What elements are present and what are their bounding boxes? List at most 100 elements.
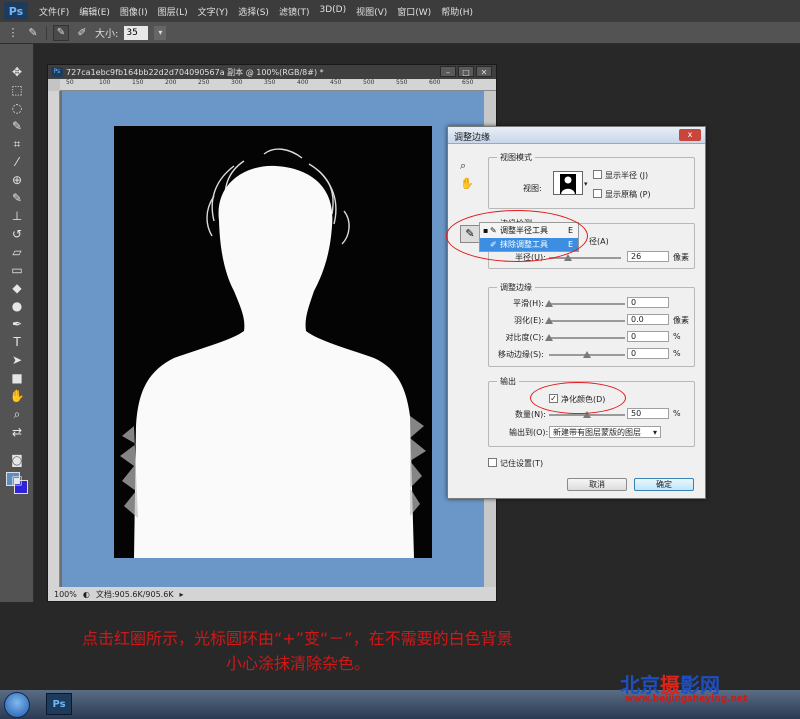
watermark-url: www.beijingsheying.net: [625, 694, 748, 704]
photoshop-logo: Ps: [4, 2, 28, 20]
view-mode-title: 视图模式: [497, 152, 535, 163]
cancel-button[interactable]: 取消: [567, 478, 627, 491]
adjust-slider[interactable]: [545, 317, 625, 324]
adjust-slider[interactable]: [549, 351, 625, 358]
menu-bar: Ps 文件(F) 编辑(E) 图像(I) 图层(L) 文字(Y) 选择(S) 滤镜(T) 3D…: [0, 0, 800, 22]
menu-item[interactable]: 选择(S): [233, 5, 274, 18]
radius-input[interactable]: 26: [627, 251, 669, 262]
taskbar-photoshop-icon[interactable]: Ps: [46, 693, 72, 715]
adjust-slider[interactable]: [545, 334, 625, 341]
maximize-button[interactable]: □: [458, 66, 474, 77]
lasso-tool-icon[interactable]: ◌: [7, 100, 27, 116]
radius-unit: 像素: [673, 253, 689, 262]
hand-tool-icon[interactable]: ✋: [460, 177, 474, 190]
ruler-tick-label: 600: [429, 79, 441, 86]
blur-tool-icon[interactable]: ◆: [7, 280, 27, 296]
type-tool-icon[interactable]: T: [7, 334, 27, 350]
hand-tool-icon[interactable]: ✋: [7, 388, 27, 404]
gradient-tool-icon[interactable]: ▭: [7, 262, 27, 278]
adjust-edge-title: 调整边缘: [497, 282, 535, 293]
adjust-unit: 像素: [673, 316, 689, 325]
menu-item[interactable]: 帮助(H): [436, 5, 478, 18]
ruler-tick-label: 100: [99, 79, 111, 86]
ok-button[interactable]: 确定: [634, 478, 694, 491]
clone-stamp-tool-icon[interactable]: ⊥: [7, 208, 27, 224]
pen-tool-icon[interactable]: ✒: [7, 316, 27, 332]
document-tab[interactable]: Ps 727ca1ebc9fb164bb22d2d704090567a 副本 @…: [48, 65, 496, 79]
menu-item[interactable]: 图层(L): [153, 5, 193, 18]
view-thumbnail-icon: [554, 172, 582, 194]
quick-mask-icon[interactable]: ◙: [7, 452, 27, 468]
size-dropdown-icon[interactable]: ▾: [154, 25, 167, 40]
eraser-tool-icon[interactable]: ▱: [7, 244, 27, 260]
history-brush-tool-icon[interactable]: ↺: [7, 226, 27, 242]
menu-item[interactable]: 窗口(W): [392, 5, 436, 18]
adjust-slider[interactable]: [545, 300, 625, 307]
menu-item[interactable]: 文字(Y): [193, 5, 234, 18]
healing-brush-tool-icon[interactable]: ⊕: [7, 172, 27, 188]
menu-item[interactable]: 文件(F): [34, 5, 74, 18]
view-thumbnail[interactable]: [553, 171, 583, 195]
adjust-slider-thumb[interactable]: [545, 334, 553, 341]
ruler-tick-label: 500: [363, 79, 375, 86]
brush-tool-icon[interactable]: ✎: [7, 190, 27, 206]
crop-tool-icon[interactable]: ⌗: [7, 136, 27, 152]
dialog-title: 调整边缘: [454, 133, 491, 143]
adjust-label: 对比度(C):: [505, 333, 544, 342]
status-menu-arrow-icon[interactable]: ▸: [180, 590, 184, 599]
adjust-input[interactable]: 0.0: [627, 314, 669, 325]
swap-colors-icon[interactable]: ⇄: [7, 424, 27, 440]
amount-input[interactable]: 50: [627, 408, 669, 419]
menu-item[interactable]: 视图(V): [351, 5, 392, 18]
show-original-checkbox[interactable]: [593, 189, 602, 198]
menu-item[interactable]: 滤镜(T): [274, 5, 315, 18]
adjust-input[interactable]: 0: [627, 348, 669, 359]
menu-item[interactable]: 图像(I): [115, 5, 153, 18]
dialog-close-button[interactable]: x: [679, 129, 701, 141]
close-button[interactable]: ✕: [476, 66, 492, 77]
menu-item[interactable]: 3D(D): [314, 5, 351, 18]
smart-radius-label: 径(A): [589, 237, 609, 246]
adjust-input[interactable]: 0: [627, 297, 669, 308]
move-tool-icon[interactable]: ✥: [7, 64, 27, 80]
refine-radius-brush-icon[interactable]: ✎: [53, 24, 69, 41]
menu-item[interactable]: 编辑(E): [74, 5, 115, 18]
radius-slider[interactable]: [549, 254, 621, 261]
dialog-title-bar[interactable]: 调整边缘 x: [448, 127, 705, 144]
document-title: 727ca1ebc9fb164bb22d2d704090567a 副本 @ 10…: [66, 67, 324, 77]
zoom-tool-icon[interactable]: ⌕: [460, 159, 466, 173]
brush-tool-icon[interactable]: ✎: [26, 26, 40, 40]
show-radius-checkbox[interactable]: [593, 170, 602, 179]
image-layer: [114, 126, 432, 558]
eyedropper-tool-icon[interactable]: ⁄: [7, 154, 27, 170]
marquee-tool-icon[interactable]: ⬚: [7, 82, 27, 98]
amount-unit: %: [673, 409, 681, 418]
erase-refinement-brush-icon[interactable]: ✐: [75, 26, 89, 40]
dodge-tool-icon[interactable]: ●: [7, 298, 27, 314]
adjust-input[interactable]: 0: [627, 331, 669, 342]
quick-selection-tool-icon[interactable]: ✎: [7, 118, 27, 134]
document-info: 文档:905.6K/905.6K: [95, 589, 174, 599]
adjust-slider-thumb[interactable]: [583, 351, 591, 358]
canvas[interactable]: [62, 91, 484, 587]
size-input[interactable]: 35: [124, 25, 149, 40]
vertical-ruler: [48, 91, 60, 587]
zoom-level[interactable]: 100%: [54, 590, 77, 599]
zoom-tool-icon[interactable]: ⌕: [7, 406, 27, 422]
silhouette-mask: [120, 148, 426, 558]
start-button-icon[interactable]: [4, 692, 30, 718]
ps-file-icon: Ps: [51, 67, 63, 77]
view-dropdown-icon[interactable]: ▾: [584, 180, 588, 188]
output-to-select[interactable]: 新建带有图层蒙版的图层 ▾: [549, 426, 661, 438]
minimize-button[interactable]: –: [440, 66, 456, 77]
status-info-icon[interactable]: ◐: [83, 590, 90, 599]
screen-mode-icon[interactable]: ▣: [7, 472, 27, 488]
adjust-slider-thumb[interactable]: [545, 317, 553, 324]
shape-tool-icon[interactable]: ■: [7, 370, 27, 386]
path-selection-tool-icon[interactable]: ➤: [7, 352, 27, 368]
remember-settings-checkbox[interactable]: [488, 458, 497, 467]
adjust-slider-thumb[interactable]: [545, 300, 553, 307]
amount-slider[interactable]: [549, 411, 625, 418]
ruler-tick-label: 550: [396, 79, 408, 86]
output-title: 输出: [497, 376, 519, 387]
